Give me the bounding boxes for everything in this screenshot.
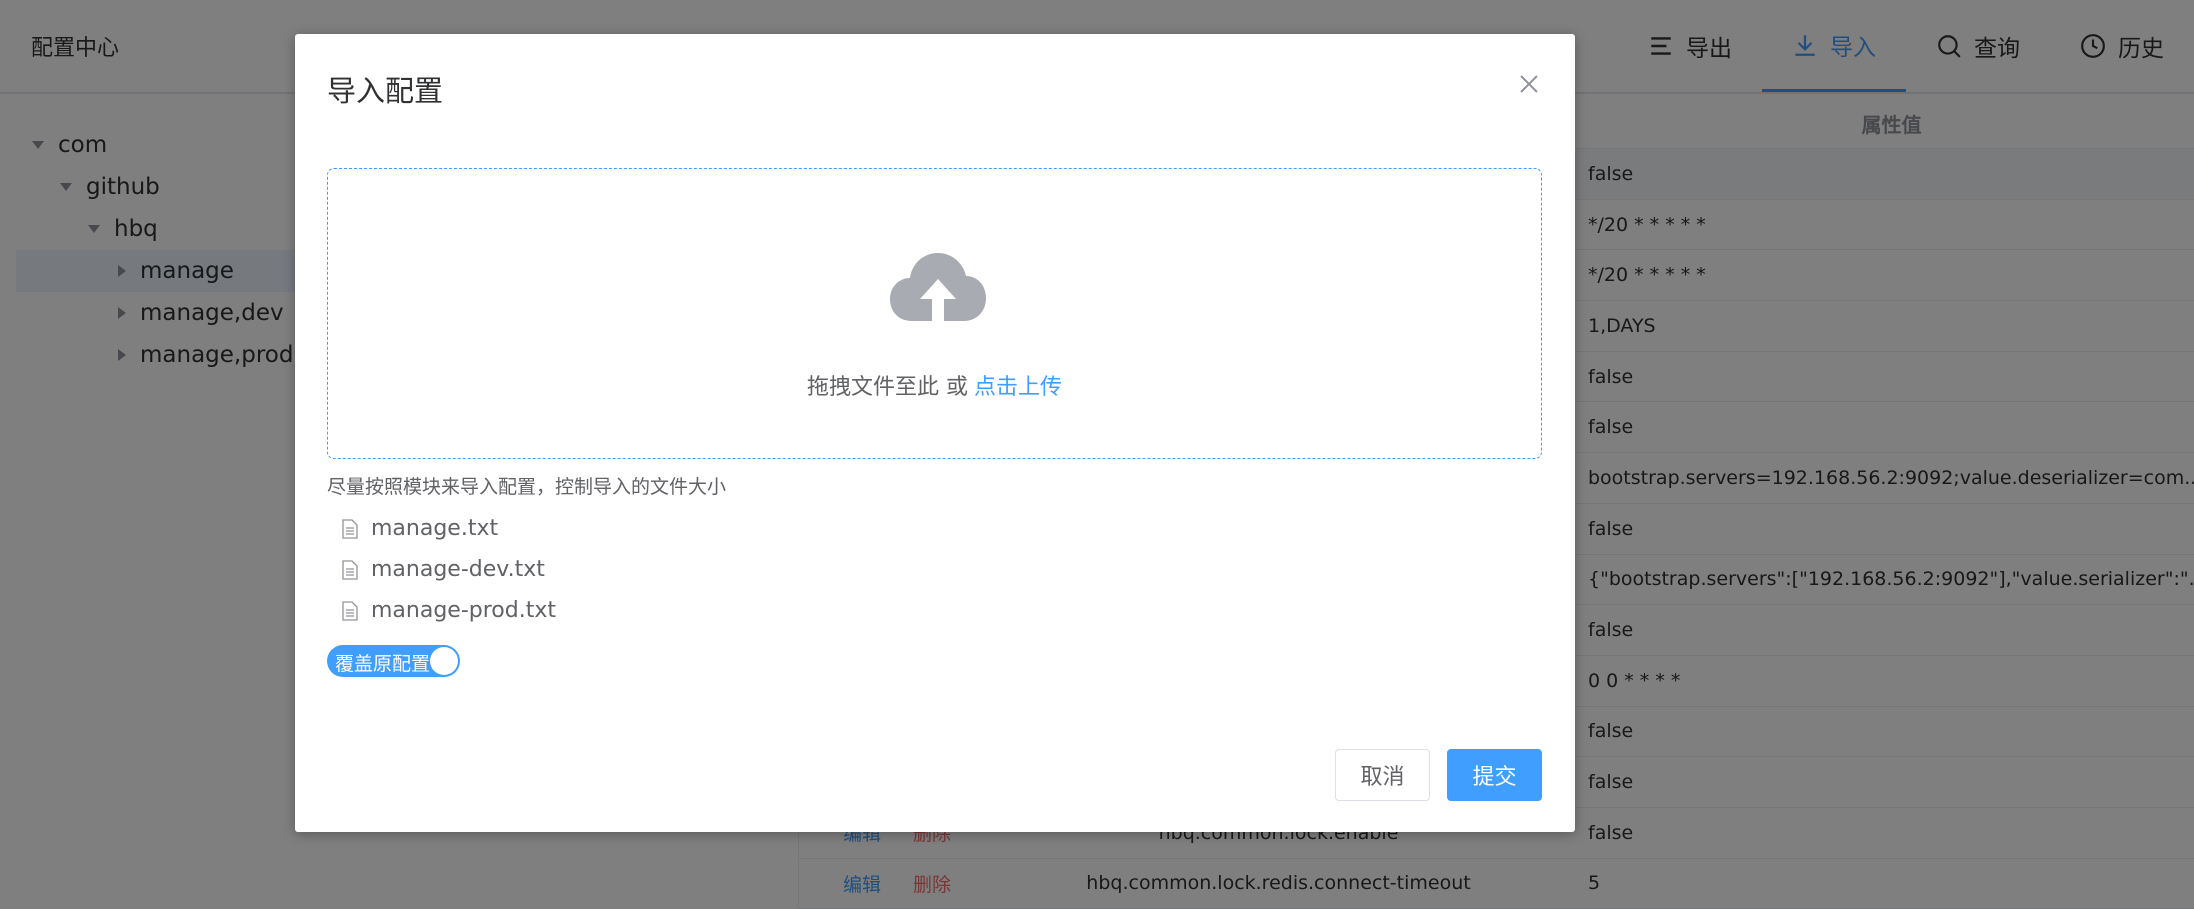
dialog-title: 导入配置 <box>327 74 444 108</box>
upload-dropzone[interactable]: 拖拽文件至此 或点击上传 <box>327 168 1542 459</box>
upload-drag-text: 拖拽文件至此 或 <box>806 375 968 400</box>
upload-instructions: 拖拽文件至此 或点击上传 <box>328 369 1541 401</box>
cloud-upload-icon <box>890 253 986 321</box>
submit-button[interactable]: 提交 <box>1447 749 1542 801</box>
upload-tip: 尽量按照模块来导入配置，控制导入的文件大小 <box>327 476 727 498</box>
file-name: manage-dev.txt <box>371 557 545 582</box>
file-list-item[interactable]: manage-prod.txt <box>341 590 556 631</box>
file-list-item[interactable]: manage-dev.txt <box>341 549 556 590</box>
close-icon[interactable] <box>1517 72 1541 96</box>
file-name: manage-prod.txt <box>371 598 556 623</box>
file-list: manage.txt manage-dev.txt manage-prod.tx… <box>341 508 556 631</box>
document-icon <box>342 600 358 621</box>
file-list-item[interactable]: manage.txt <box>341 508 556 549</box>
document-icon <box>342 559 358 580</box>
file-name: manage.txt <box>371 516 499 541</box>
cancel-button[interactable]: 取消 <box>1335 749 1430 801</box>
document-icon <box>342 518 358 539</box>
switch-label: 覆盖原配置 <box>335 653 431 675</box>
switch-knob <box>430 647 458 675</box>
overwrite-config-switch[interactable]: 覆盖原配置 <box>327 645 460 677</box>
import-dialog: 导入配置 拖拽文件至此 或点击上传 尽量按照模块来导入配置，控制导入的文件大小 … <box>295 34 1575 832</box>
upload-click-link[interactable]: 点击上传 <box>974 375 1062 400</box>
